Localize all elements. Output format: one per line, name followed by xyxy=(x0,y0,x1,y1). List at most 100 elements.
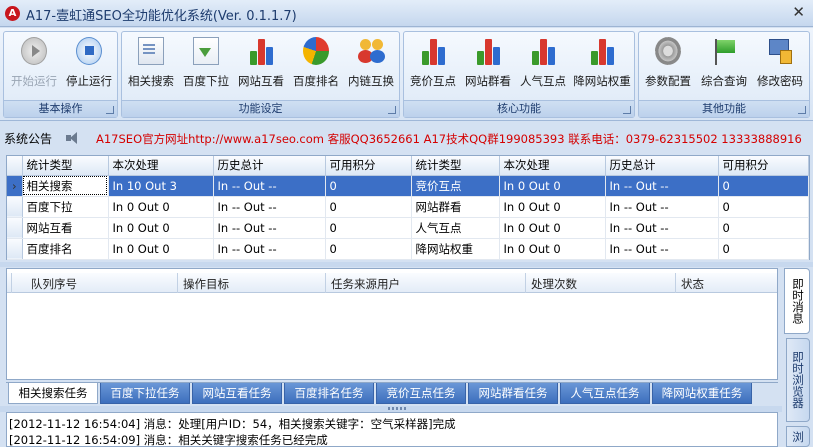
column-divider[interactable] xyxy=(525,273,526,293)
document-list-icon xyxy=(138,37,164,65)
lower-site-weight-button[interactable]: 降网站权重 xyxy=(572,37,632,95)
dialog-launcher-icon[interactable] xyxy=(388,106,396,114)
tab-site-mutual-view-tasks[interactable]: 网站互看任务 xyxy=(192,383,282,404)
start-button-label: 开始运行 xyxy=(11,74,57,88)
table-cell[interactable]: In 10 Out 3 xyxy=(108,175,214,197)
tab-instant-browser[interactable]: 即时浏览器 xyxy=(786,338,810,422)
internal-link-exchange-button[interactable]: 内链互换 xyxy=(345,37,397,95)
tab-instant-message[interactable]: 即时消息 xyxy=(784,268,810,334)
row-header xyxy=(7,196,23,218)
dialog-launcher-icon[interactable] xyxy=(623,106,631,114)
table-cell[interactable]: 网站互看 xyxy=(22,217,109,239)
tab-bid-click-tasks[interactable]: 竞价互点任务 xyxy=(376,383,466,404)
column-divider xyxy=(11,273,12,293)
table-row[interactable]: 百度排名 In 0 Out 0 In -- Out -- 0 降网站权重 In … xyxy=(7,238,809,260)
table-row[interactable]: 网站互看 In 0 Out 0 In -- Out -- 0 人气互点 In 0… xyxy=(7,217,809,239)
table-cell[interactable]: In 0 Out 0 xyxy=(499,238,606,260)
dialog-launcher-icon[interactable] xyxy=(798,106,806,114)
table-cell[interactable]: In -- Out -- xyxy=(213,175,326,197)
table-cell[interactable]: 0 xyxy=(718,196,809,218)
table-cell[interactable]: 0 xyxy=(325,175,412,197)
change-password-button[interactable]: 修改密码 xyxy=(754,37,806,95)
table-cell[interactable]: In -- Out -- xyxy=(605,238,719,260)
column-header[interactable]: 历史总计 xyxy=(213,156,326,176)
table-cell[interactable]: 降网站权重 xyxy=(411,238,500,260)
speaker-icon xyxy=(66,131,82,145)
table-cell[interactable]: In 0 Out 0 xyxy=(499,196,606,218)
table-row[interactable]: 百度下拉 In 0 Out 0 In -- Out -- 0 网站群看 In 0… xyxy=(7,196,809,218)
table-cell[interactable]: In 0 Out 0 xyxy=(499,175,606,197)
column-header[interactable]: 可用积分 xyxy=(718,156,809,176)
tab-lower-site-weight-tasks[interactable]: 降网站权重任务 xyxy=(652,383,752,404)
row-header xyxy=(7,217,23,239)
column-header[interactable]: 队列序号 xyxy=(31,276,77,292)
column-divider[interactable] xyxy=(325,273,326,293)
tab-related-search-tasks[interactable]: 相关搜索任务 xyxy=(8,383,98,404)
column-header[interactable]: 操作目标 xyxy=(183,276,229,292)
table-cell[interactable]: 0 xyxy=(718,217,809,239)
table-cell[interactable]: In -- Out -- xyxy=(605,196,719,218)
table-cell[interactable]: 0 xyxy=(325,196,412,218)
tab-popularity-click-tasks[interactable]: 人气互点任务 xyxy=(560,383,650,404)
bar-chart-icon xyxy=(589,37,615,65)
task-queue-list: 队列序号 操作目标 任务来源用户 处理次数 状态 xyxy=(6,268,778,380)
stop-button-label: 停止运行 xyxy=(66,74,112,88)
column-divider[interactable] xyxy=(675,273,676,293)
site-mutual-view-button[interactable]: 网站互看 xyxy=(235,37,287,95)
app-logo-icon: A xyxy=(5,6,20,21)
dialog-launcher-icon[interactable] xyxy=(106,106,114,114)
gear-icon xyxy=(655,37,681,65)
column-header[interactable]: 统计类型 xyxy=(22,156,109,176)
table-cell[interactable]: In -- Out -- xyxy=(213,196,326,218)
column-divider[interactable] xyxy=(177,273,178,293)
table-cell[interactable]: 相关搜索 xyxy=(22,175,109,197)
parameter-config-button[interactable]: 参数配置 xyxy=(642,37,694,95)
bid-click-button[interactable]: 竞价互点 xyxy=(407,37,459,95)
table-cell[interactable]: In -- Out -- xyxy=(605,217,719,239)
table-cell[interactable]: 0 xyxy=(718,175,809,197)
notice-marquee-text: A17SEO官方网址http://www.a17seo.com 客服QQ3652… xyxy=(96,132,802,146)
table-cell[interactable]: 网站群看 xyxy=(411,196,500,218)
table-cell[interactable]: In 0 Out 0 xyxy=(108,217,214,239)
table-cell[interactable]: 人气互点 xyxy=(411,217,500,239)
table-cell[interactable]: In -- Out -- xyxy=(213,217,326,239)
table-cell[interactable]: In 0 Out 0 xyxy=(108,238,214,260)
start-button[interactable]: 开始运行 xyxy=(8,37,60,95)
general-query-button[interactable]: 综合查询 xyxy=(698,37,750,95)
related-search-button[interactable]: 相关搜索 xyxy=(125,37,177,95)
column-header[interactable]: 处理次数 xyxy=(531,276,577,292)
tab-baidu-ranking-tasks[interactable]: 百度排名任务 xyxy=(284,383,374,404)
table-cell[interactable]: In -- Out -- xyxy=(213,238,326,260)
table-cell[interactable]: 0 xyxy=(325,238,412,260)
table-cell[interactable]: 0 xyxy=(718,238,809,260)
column-header[interactable]: 可用积分 xyxy=(325,156,412,176)
table-cell[interactable]: 竞价互点 xyxy=(411,175,500,197)
horizontal-splitter[interactable] xyxy=(0,262,813,267)
table-cell[interactable]: 百度排名 xyxy=(22,238,109,260)
table-row[interactable]: › 相关搜索 In 10 Out 3 In -- Out -- 0 竞价互点 I… xyxy=(7,175,809,197)
table-cell[interactable]: 0 xyxy=(325,217,412,239)
tab-site-group-view-tasks[interactable]: 网站群看任务 xyxy=(468,383,558,404)
table-cell[interactable]: 百度下拉 xyxy=(22,196,109,218)
column-header[interactable]: 状态 xyxy=(681,276,704,292)
site-group-view-button[interactable]: 网站群看 xyxy=(462,37,514,95)
baidu-ranking-button[interactable]: 百度排名 xyxy=(290,37,342,95)
close-button[interactable]: ✕ xyxy=(792,3,805,21)
baidu-dropdown-button[interactable]: 百度下拉 xyxy=(180,37,232,95)
baidu-ranking-label: 百度排名 xyxy=(293,74,339,88)
popularity-click-button[interactable]: 人气互点 xyxy=(517,37,569,95)
table-cell[interactable]: In 0 Out 0 xyxy=(108,196,214,218)
tab-baidu-dropdown-tasks[interactable]: 百度下拉任务 xyxy=(100,383,190,404)
column-header[interactable]: 历史总计 xyxy=(605,156,719,176)
table-cell[interactable]: In -- Out -- xyxy=(605,175,719,197)
column-header[interactable]: 本次处理 xyxy=(499,156,606,176)
table-cell[interactable]: In 0 Out 0 xyxy=(499,217,606,239)
stats-header-row: 统计类型 本次处理 历史总计 可用积分 统计类型 本次处理 历史总计 可用积分 xyxy=(7,156,809,176)
tab-browse[interactable]: 浏 xyxy=(786,426,810,447)
column-header[interactable]: 本次处理 xyxy=(108,156,214,176)
group-function-settings: 相关搜索 百度下拉 网站互看 百度排名 内链互换 功能设定 xyxy=(121,31,400,118)
stop-button[interactable]: 停止运行 xyxy=(63,37,115,95)
column-header[interactable]: 统计类型 xyxy=(411,156,500,176)
column-header[interactable]: 任务来源用户 xyxy=(331,276,400,292)
splitter-grip-icon[interactable] xyxy=(388,407,408,410)
